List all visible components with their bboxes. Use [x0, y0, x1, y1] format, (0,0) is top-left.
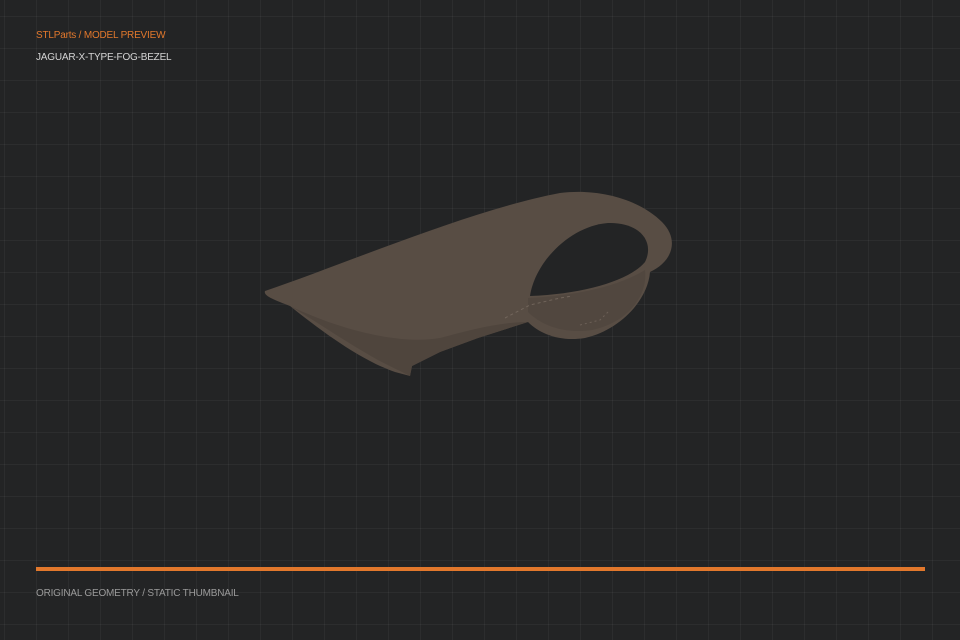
accent-divider — [36, 567, 925, 571]
fog-bezel-model — [264, 191, 672, 376]
model-viewport[interactable] — [0, 0, 960, 560]
footer-caption: ORIGINAL GEOMETRY / STATIC THUMBNAIL — [36, 588, 239, 599]
bezel-body — [264, 191, 672, 376]
